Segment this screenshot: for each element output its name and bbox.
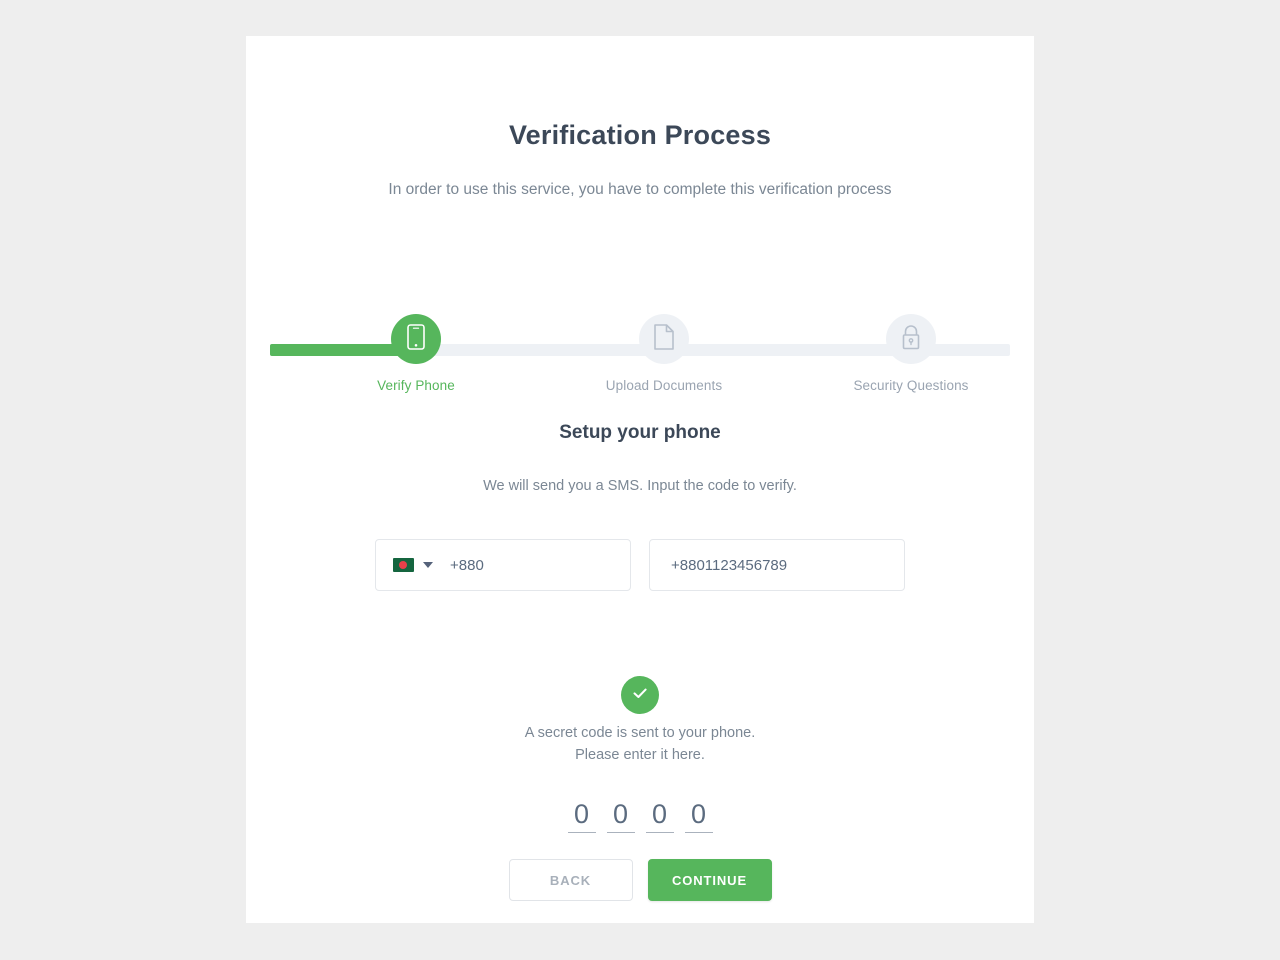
page-root: Verification Process In order to use thi… xyxy=(0,0,1280,960)
step-circle-verify-phone xyxy=(391,314,441,364)
code-sent-line-1: A secret code is sent to your phone. xyxy=(524,725,756,741)
step-security-questions[interactable]: Security Questions xyxy=(836,314,986,393)
phone-input-row: +880 +8801123456789 xyxy=(246,539,1034,591)
otp-digit-2-value: 0 xyxy=(612,799,629,829)
verification-card: Verification Process In order to use thi… xyxy=(246,36,1034,923)
progress-stepper: Verify Phone Upload Documents Security Q… xyxy=(270,314,1010,406)
success-check-badge xyxy=(621,676,659,714)
step-label-security-questions: Security Questions xyxy=(853,378,969,393)
phone-number-value: +8801123456789 xyxy=(671,556,788,574)
page-title: Verification Process xyxy=(508,120,772,150)
smartphone-icon xyxy=(407,323,425,355)
dial-code-value: +880 xyxy=(450,556,484,574)
code-sent-message: A secret code is sent to your phone. Ple… xyxy=(246,722,1034,766)
back-button[interactable]: BACK xyxy=(508,859,633,901)
step-label-upload-documents: Upload Documents xyxy=(605,378,723,393)
otp-digit-1[interactable]: 0 xyxy=(567,798,596,833)
otp-input-row: 0 0 0 0 xyxy=(246,798,1034,833)
otp-digit-3-value: 0 xyxy=(651,799,668,829)
code-sent-line-2: Please enter it here. xyxy=(575,747,705,763)
country-code-select[interactable]: +880 xyxy=(375,539,631,591)
step-circle-security-questions xyxy=(886,314,936,364)
otp-digit-3[interactable]: 0 xyxy=(645,798,674,833)
continue-button[interactable]: CONTINUE xyxy=(647,859,772,901)
otp-underline-4 xyxy=(684,832,713,833)
otp-digit-2[interactable]: 0 xyxy=(606,798,635,833)
otp-underline-2 xyxy=(606,832,635,833)
otp-digit-4[interactable]: 0 xyxy=(684,798,713,833)
section-title: Setup your phone xyxy=(559,422,721,443)
step-upload-documents[interactable]: Upload Documents xyxy=(589,314,739,393)
step-circle-upload-documents xyxy=(639,314,689,364)
chevron-down-icon xyxy=(423,562,433,568)
document-icon xyxy=(654,323,674,355)
otp-underline-1 xyxy=(567,832,596,833)
step-verify-phone[interactable]: Verify Phone xyxy=(341,314,491,393)
step-label-verify-phone: Verify Phone xyxy=(377,378,455,393)
otp-underline-3 xyxy=(645,832,674,833)
section-subtitle: We will send you a SMS. Input the code t… xyxy=(483,478,797,494)
check-icon xyxy=(630,683,650,708)
lock-icon xyxy=(900,324,922,355)
page-subtitle: In order to use this service, you have t… xyxy=(388,181,892,198)
bangladesh-flag-icon xyxy=(393,558,414,572)
action-buttons: BACK CONTINUE xyxy=(246,859,1034,901)
otp-digit-1-value: 0 xyxy=(573,799,590,829)
otp-digit-4-value: 0 xyxy=(690,799,707,829)
phone-number-field[interactable]: +8801123456789 xyxy=(649,539,905,591)
